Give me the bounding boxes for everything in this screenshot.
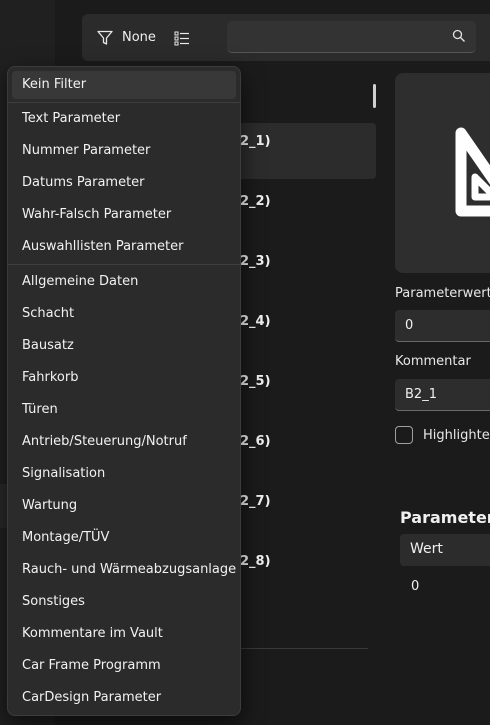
- parameterwert-label: Parameterwert: [395, 286, 490, 301]
- list-icon: [174, 31, 189, 45]
- list-item-name[interactable]: 2_2): [240, 194, 271, 209]
- list-item-name[interactable]: 2_5): [240, 374, 271, 389]
- parameter-type-image: [395, 73, 490, 273]
- menu-separator: [8, 102, 240, 103]
- toolbar: None: [82, 14, 490, 61]
- menu-item-montage-tuev[interactable]: Montage/TÜV: [12, 524, 236, 552]
- kommentar-label: Kommentar: [395, 354, 471, 369]
- list-item-name[interactable]: 2_7): [240, 494, 271, 509]
- list-item-name[interactable]: 2_8): [240, 554, 271, 569]
- highlighted-label[interactable]: Highlighted: [423, 428, 490, 443]
- parameterwert-input[interactable]: 0: [395, 310, 490, 342]
- menu-item-fahrkorb[interactable]: Fahrkorb: [12, 364, 236, 392]
- menu-item-signalisation[interactable]: Signalisation: [12, 460, 236, 488]
- menu-item-car-frame-programm[interactable]: Car Frame Programm: [12, 652, 236, 680]
- menu-item-text-parameter[interactable]: Text Parameter: [12, 105, 236, 133]
- list-scrollbar[interactable]: [373, 84, 376, 108]
- table-cell-wert: 0: [411, 579, 420, 594]
- menu-item-wahr-falsch-parameter[interactable]: Wahr-Falsch Parameter: [12, 201, 236, 229]
- search-icon[interactable]: [452, 29, 466, 43]
- menu-item-cardesign-parameter[interactable]: CarDesign Parameter: [12, 684, 236, 712]
- menu-item-nummer-parameter[interactable]: Nummer Parameter: [12, 137, 236, 165]
- list-view-button[interactable]: [174, 14, 190, 61]
- list-item-name[interactable]: 2_1): [240, 134, 271, 149]
- menu-item-allgemeine-daten[interactable]: Allgemeine Daten: [12, 268, 236, 296]
- menu-item-kommentare-im-vault[interactable]: Kommentare im Vault: [12, 620, 236, 648]
- menu-item-tueren[interactable]: Türen: [12, 396, 236, 424]
- highlighted-checkbox[interactable]: [395, 426, 413, 444]
- menu-item-datums-parameter[interactable]: Datums Parameter: [12, 169, 236, 197]
- list-item-name[interactable]: 2_4): [240, 314, 271, 329]
- filter-dropdown-menu: Kein Filter Text Parameter Nummer Parame…: [7, 66, 241, 716]
- table-header-wert[interactable]: Wert: [400, 534, 490, 566]
- search-input[interactable]: [227, 21, 476, 53]
- kommentar-input[interactable]: B2_1: [395, 379, 490, 411]
- menu-item-wartung[interactable]: Wartung: [12, 492, 236, 520]
- list-item-name[interactable]: 2_3): [240, 254, 271, 269]
- menu-item-auswahllisten-parameter[interactable]: Auswahllisten Parameter: [12, 233, 236, 261]
- filter-icon: [97, 30, 113, 45]
- list-item-name[interactable]: 2_6): [240, 434, 271, 449]
- filter-button[interactable]: None: [96, 14, 156, 61]
- menu-item-rauch-waermeabzugsanlage[interactable]: Rauch- und Wärmeabzugsanlage: [12, 556, 236, 584]
- triangle-ruler-icon: [455, 127, 490, 217]
- menu-item-antrieb-steuerung-notruf[interactable]: Antrieb/Steuerung/Notruf: [12, 428, 236, 456]
- section-title: Parameter: [400, 508, 490, 527]
- menu-item-kein-filter[interactable]: Kein Filter: [12, 71, 236, 99]
- menu-item-sonstiges[interactable]: Sonstiges: [12, 588, 236, 616]
- menu-item-schacht[interactable]: Schacht: [12, 300, 236, 328]
- menu-separator: [8, 264, 240, 265]
- menu-item-bausatz[interactable]: Bausatz: [12, 332, 236, 360]
- filter-button-label: None: [122, 30, 156, 45]
